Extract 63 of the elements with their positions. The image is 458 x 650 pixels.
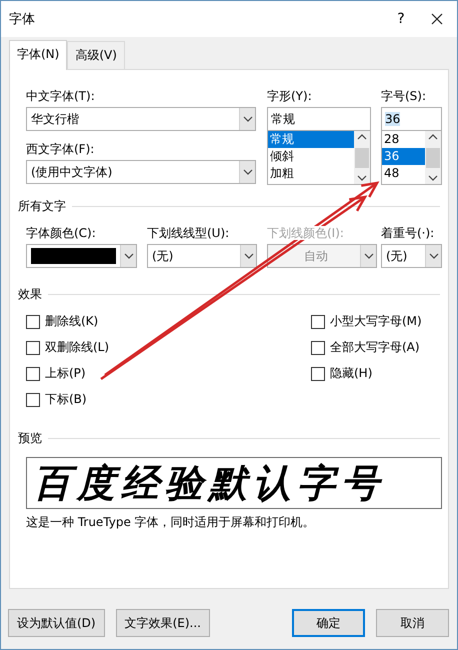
checkbox[interactable] xyxy=(26,314,40,328)
section-title: 效果 xyxy=(18,286,42,303)
button[interactable]: 文字效果(E)... xyxy=(116,609,210,637)
list-item[interactable]: 48 xyxy=(382,165,425,182)
chevron-down-icon xyxy=(124,253,134,259)
field-label: 下划线线型(U): xyxy=(147,226,230,240)
checkbox-label: 小型大写字母(M) xyxy=(330,313,422,330)
checkbox-label: 上标(P) xyxy=(45,365,86,382)
chevron-down-icon xyxy=(244,253,254,259)
checkbox[interactable] xyxy=(311,314,325,328)
field-label: 下划线颜色(I): xyxy=(267,226,344,240)
list-item[interactable]: 倾斜 xyxy=(268,148,354,165)
field-label: 着重号(·): xyxy=(381,226,434,240)
checkbox-label: 全部大写字母(A) xyxy=(330,339,420,356)
chevron-down-icon xyxy=(242,116,252,122)
cancel-button[interactable]: 取消 xyxy=(376,609,449,637)
color-dropdown[interactable] xyxy=(26,244,137,268)
checkbox-label: 删除线(K) xyxy=(45,313,98,330)
button[interactable]: 设为默认值(D) xyxy=(8,609,105,637)
section-title: 所有文字 xyxy=(18,198,66,215)
scrollbar[interactable] xyxy=(425,131,441,184)
chevron-up-icon xyxy=(428,134,438,140)
tab[interactable]: 高级(V) xyxy=(67,41,125,69)
chevron-down-icon xyxy=(428,253,438,259)
window-title: 字体 xyxy=(9,11,36,28)
font-dropdown[interactable]: (使用中文字体) xyxy=(26,160,256,184)
checkbox[interactable] xyxy=(311,366,325,380)
option-list[interactable]: 常规 倾斜 加粗 xyxy=(267,131,371,185)
field-label: 字形(Y): xyxy=(267,88,313,104)
help-button[interactable]: ? xyxy=(391,11,411,27)
checkbox[interactable] xyxy=(26,392,40,406)
field-label: 字体颜色(C): xyxy=(26,226,96,240)
tab[interactable]: 字体(N) xyxy=(9,40,68,70)
option-list[interactable]: 28 36 48 xyxy=(381,131,442,185)
checkbox-label: 双删除线(L) xyxy=(45,339,110,356)
font-dropdown[interactable]: 华文行楷 xyxy=(26,107,256,131)
checkbox[interactable] xyxy=(311,340,325,354)
list-item[interactable]: 36 xyxy=(382,148,425,165)
preview-text: 百度经验默认字号 xyxy=(33,464,385,502)
chevron-up-icon xyxy=(357,134,367,140)
checkbox-label: 下标(B) xyxy=(45,391,87,408)
scrollbar[interactable] xyxy=(354,131,370,184)
font-description: 这是一种 TrueType 字体，同时适用于屏幕和打印机。 xyxy=(26,514,316,531)
style-input[interactable]: 常规 xyxy=(267,107,371,131)
ok-button[interactable]: 确定 xyxy=(292,609,365,637)
field-label: 西文字体(F): xyxy=(26,141,96,157)
checkbox-label: 隐藏(H) xyxy=(330,365,372,382)
field-label: 字号(S): xyxy=(381,88,428,104)
close-icon[interactable] xyxy=(431,13,443,25)
list-item[interactable]: 加粗 xyxy=(268,165,354,182)
size-input[interactable]: 36 xyxy=(381,107,442,131)
list-item[interactable]: 28 xyxy=(382,131,425,148)
list-item[interactable]: 常规 xyxy=(268,131,354,148)
chevron-down-icon xyxy=(364,253,374,259)
chevron-down-icon xyxy=(428,175,438,181)
section-title: 预览 xyxy=(18,430,42,447)
chevron-down-icon xyxy=(357,175,367,181)
dropdown[interactable]: (无) xyxy=(381,244,442,268)
checkbox[interactable] xyxy=(26,366,40,380)
field-label: 中文字体(T): xyxy=(26,88,96,104)
checkbox[interactable] xyxy=(26,340,40,354)
dropdown[interactable]: (无) xyxy=(147,244,257,268)
chevron-down-icon xyxy=(242,169,252,175)
